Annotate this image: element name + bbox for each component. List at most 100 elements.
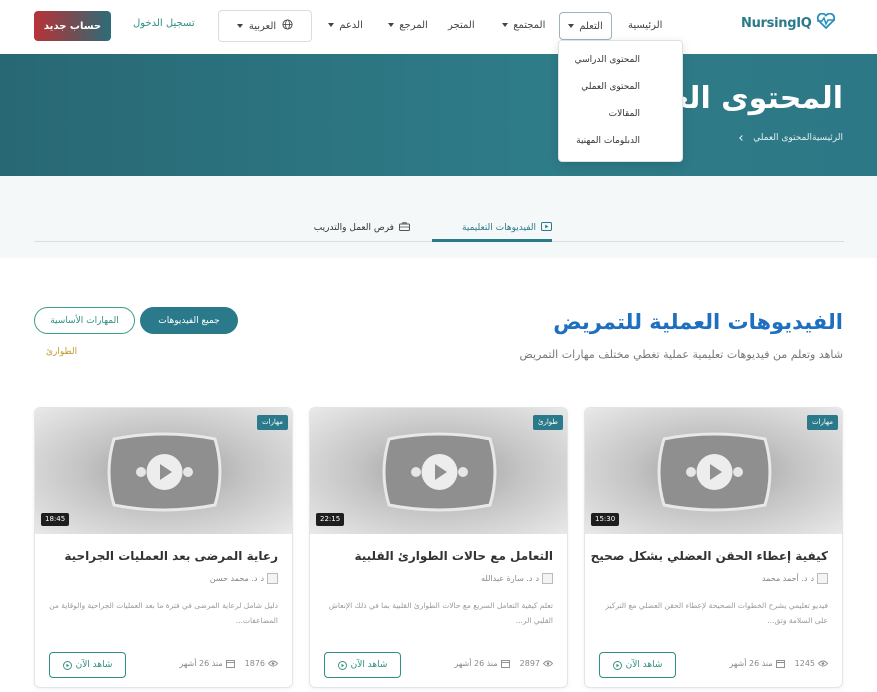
video-description: دليل شامل لرعاية المرضى في فترة ما بعد ا…: [49, 601, 278, 625]
author: د د. محمد حسن: [210, 573, 278, 584]
duration-badge: 22:15: [316, 513, 345, 526]
video-placeholder-icon: [657, 432, 772, 512]
watch-now-label: شاهد الآن: [75, 660, 113, 670]
author: د د. سارة عبدالله: [481, 573, 553, 584]
nav-home[interactable]: الرئيسية: [628, 12, 662, 40]
language-selector[interactable]: العربية: [218, 10, 312, 42]
video-card[interactable]: مهارات 15:30 كيفية إعطاء الحقن العضلي بش…: [584, 407, 843, 688]
section-title: الفيديوهات العملية للتمريض: [553, 310, 843, 334]
globe-icon: [282, 19, 293, 33]
language-label: العربية: [248, 20, 277, 32]
logo-text: NursingIQ: [741, 15, 812, 31]
tab-educational-videos-label: الفيديوهات التعليمية: [462, 223, 536, 233]
video-title[interactable]: كيفية إعطاء الحقن العضلي بشكل صحيح: [591, 549, 828, 563]
video-thumbnail[interactable]: مهارات 18:45: [35, 408, 292, 534]
views-count: 2897: [519, 659, 540, 668]
views: 1245: [795, 659, 828, 668]
nav-support[interactable]: الدعم: [328, 12, 363, 40]
video-card[interactable]: طوارئ 22:15 التعامل مع حالات الطوارئ الق…: [309, 407, 568, 688]
video-title[interactable]: رعاية المرضى بعد العمليات الجراحية: [64, 549, 278, 563]
nav-store-label: المتجر: [448, 20, 475, 31]
content-tabs-band: الفيديوهات التعليمية فرص العمل والتدريب: [0, 176, 877, 258]
tab-educational-videos[interactable]: الفيديوهات التعليمية: [462, 222, 552, 234]
briefcase-icon: [399, 222, 410, 234]
play-icon: [541, 222, 552, 234]
author-name: د. محمد حسن: [209, 574, 258, 583]
nav-learning[interactable]: التعلم: [559, 12, 612, 40]
filter-basic-skills[interactable]: المهارات الأساسية: [34, 307, 135, 334]
dropdown-item-study-content[interactable]: المحتوى الدراسي: [575, 55, 640, 65]
eye-icon: [818, 660, 828, 667]
views: 2897: [520, 659, 553, 668]
play-circle-icon: [337, 660, 347, 670]
nav-support-label: الدعم: [339, 20, 363, 31]
nav-store[interactable]: المتجر: [448, 12, 475, 40]
nav-home-label: الرئيسية: [628, 20, 663, 31]
nav-reference-label: المرجع: [399, 20, 428, 31]
video-placeholder-icon: [382, 432, 497, 512]
nav-learning-label: التعلم: [579, 21, 603, 32]
video-meta: 1245 منذ 26 أشهر: [729, 659, 828, 668]
watch-now-label: شاهد الآن: [625, 660, 663, 670]
author-avatar-alt: د: [260, 574, 264, 583]
active-tab-indicator: [432, 239, 552, 242]
duration-badge: 15:30: [591, 513, 620, 526]
video-thumbnail[interactable]: طوارئ 22:15: [310, 408, 567, 534]
breadcrumb-home[interactable]: الرئيسية: [812, 133, 843, 143]
dropdown-item-diplomas[interactable]: الدبلومات المهنية: [576, 136, 640, 146]
caret-down-icon: [502, 23, 508, 27]
author-name: د. أحمد محمد: [761, 574, 808, 583]
caret-down-icon: [568, 24, 574, 28]
video-meta: 2897 منذ 26 أشهر: [454, 659, 553, 668]
date-text: منذ 26 أشهر: [729, 659, 773, 668]
author-avatar: [542, 573, 553, 584]
caret-down-icon: [236, 24, 243, 28]
heartbeat-icon: [816, 12, 836, 33]
top-navbar: NursingIQ الرئيسية التعلم المجتمع المتجر…: [0, 0, 877, 54]
watch-now-label: شاهد الآن: [350, 660, 388, 670]
watch-now-button[interactable]: شاهد الآن: [599, 652, 676, 678]
calendar-icon: [225, 660, 235, 668]
video-thumbnail[interactable]: مهارات 15:30: [585, 408, 842, 534]
views-count: 1876: [244, 659, 265, 668]
tab-jobs-training[interactable]: فرص العمل والتدريب: [314, 222, 410, 234]
dropdown-item-articles[interactable]: المقالات: [609, 109, 640, 119]
caret-down-icon: [388, 23, 394, 27]
category-badge: مهارات: [256, 415, 288, 430]
date: منذ 26 أشهر: [454, 659, 510, 668]
watch-now-button[interactable]: شاهد الآن: [49, 652, 126, 678]
video-card[interactable]: مهارات 18:45 رعاية المرضى بعد العمليات ا…: [34, 407, 293, 688]
filter-emergency[interactable]: الطوارئ: [46, 347, 77, 357]
breadcrumb-separator-icon: [739, 134, 746, 141]
author-avatar: [817, 573, 828, 584]
author-avatar: [267, 573, 278, 584]
date: منذ 26 أشهر: [729, 659, 785, 668]
views-count: 1245: [794, 659, 815, 668]
tab-jobs-training-label: فرص العمل والتدريب: [313, 223, 394, 233]
section-subtitle: شاهد وتعلم من فيديوهات تعليمية عملية تغط…: [519, 348, 843, 361]
play-circle-icon: [62, 660, 72, 670]
nav-reference[interactable]: المرجع: [388, 12, 428, 40]
calendar-icon: [775, 660, 785, 668]
caret-down-icon: [328, 23, 334, 27]
breadcrumb-current: المحتوى العملي: [753, 133, 812, 143]
learning-dropdown-menu: المحتوى الدراسي المحتوى العملي المقالات …: [558, 40, 683, 162]
nav-community[interactable]: المجتمع: [502, 12, 545, 40]
date-text: منذ 26 أشهر: [179, 659, 223, 668]
watch-now-button[interactable]: شاهد الآن: [324, 652, 401, 678]
author-name: د. سارة عبدالله: [481, 574, 533, 583]
video-description: فيديو تعليمي يشرح الخطوات الصحيحة لإعطاء…: [605, 601, 828, 625]
video-placeholder-icon: [107, 432, 222, 512]
breadcrumb: الرئيسيةالمحتوى العملي: [739, 133, 843, 143]
dropdown-item-practical-content[interactable]: المحتوى العملي: [581, 82, 640, 92]
login-link[interactable]: تسجيل الدخول: [133, 18, 195, 29]
date: منذ 26 أشهر: [179, 659, 235, 668]
category-badge: مهارات: [806, 415, 838, 430]
video-title[interactable]: التعامل مع حالات الطوارئ القلبية: [354, 549, 553, 563]
author-avatar-alt: د: [810, 574, 814, 583]
signup-button[interactable]: حساب جديد: [34, 11, 111, 41]
filter-all-videos[interactable]: جميع الفيديوهات: [140, 307, 238, 334]
category-badge: طوارئ: [533, 415, 563, 430]
play-circle-icon: [612, 660, 622, 670]
logo[interactable]: NursingIQ: [741, 12, 836, 33]
